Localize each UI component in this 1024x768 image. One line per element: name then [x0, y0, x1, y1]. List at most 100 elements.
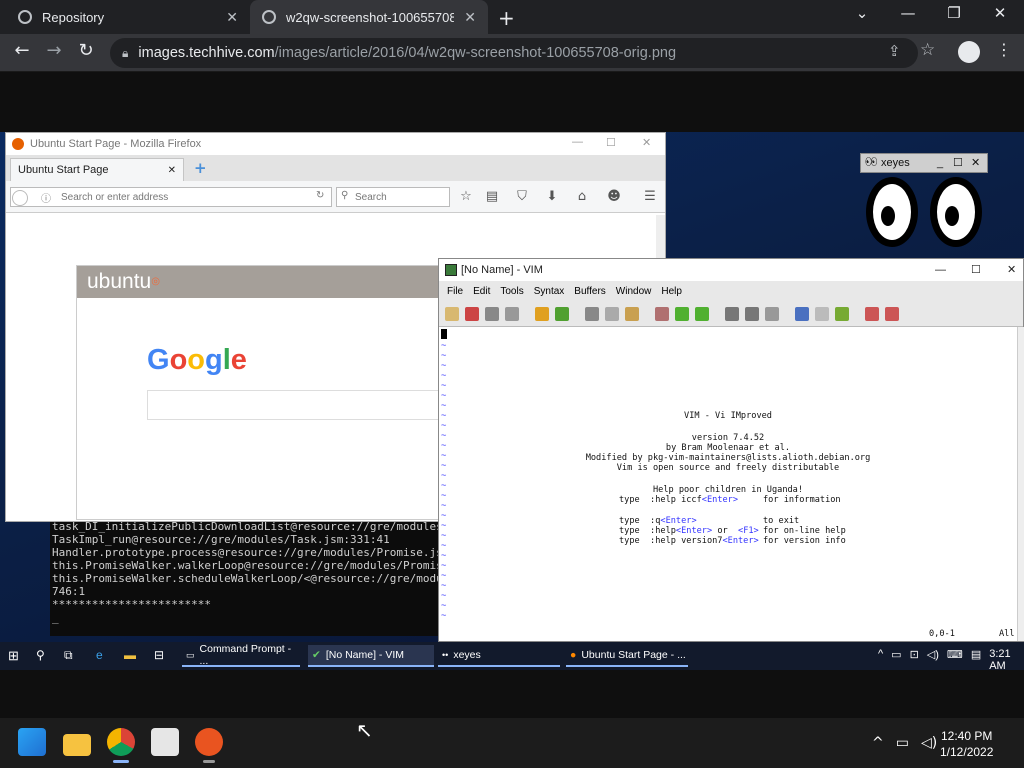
- download-icon[interactable]: ⬇: [544, 189, 560, 204]
- minimize-button[interactable]: —: [888, 4, 928, 22]
- save-all-icon[interactable]: [485, 306, 499, 321]
- vim-window[interactable]: [No Name] - VIM — ☐ ✕ File Edit Tools Sy…: [438, 258, 1024, 642]
- taskbar-item-command-prompt[interactable]: ▭ Command Prompt - ...: [182, 643, 300, 667]
- close-tab-icon[interactable]: ✕: [464, 9, 476, 26]
- menu-edit[interactable]: Edit: [473, 286, 490, 297]
- firefox-address-bar[interactable]: ⓘ Search or enter address ↻: [10, 187, 332, 207]
- tab-repository[interactable]: Repository ✕: [6, 0, 250, 34]
- back-button[interactable]: ←: [10, 40, 34, 61]
- menu-icon[interactable]: ☰: [642, 189, 658, 204]
- bookmark-star-icon[interactable]: ☆: [458, 189, 474, 204]
- share-icon[interactable]: ⇪: [888, 42, 901, 60]
- volume-icon[interactable]: ◁): [927, 648, 939, 672]
- ctags-icon[interactable]: [835, 306, 849, 321]
- windows11-clock[interactable]: 12:40 PM 1/12/2022: [940, 728, 993, 760]
- minimize-button[interactable]: —: [935, 259, 946, 281]
- tab-search-icon[interactable]: ⌄: [842, 4, 882, 22]
- maximize-button[interactable]: ☐: [606, 136, 616, 149]
- close-tab-icon[interactable]: ✕: [168, 165, 176, 176]
- store-icon[interactable]: [151, 728, 179, 756]
- network-icon[interactable]: ⊡: [910, 648, 919, 672]
- menu-help[interactable]: Help: [661, 286, 682, 297]
- chat-icon[interactable]: ☻: [606, 189, 622, 204]
- task-view-icon[interactable]: ⧉: [64, 648, 73, 663]
- volume-icon[interactable]: ◁): [921, 735, 937, 751]
- close-tab-icon[interactable]: ✕: [226, 9, 238, 26]
- notification-icon[interactable]: ▤: [971, 648, 981, 672]
- find-replace-icon[interactable]: [655, 306, 669, 321]
- load-session-icon[interactable]: [725, 306, 739, 321]
- keyboard-icon[interactable]: ⌨: [947, 648, 963, 672]
- file-explorer-icon[interactable]: [63, 734, 91, 756]
- back-button[interactable]: [12, 190, 28, 206]
- menu-tools[interactable]: Tools: [500, 286, 523, 297]
- search-icon: ⚲: [341, 190, 349, 201]
- paste-icon[interactable]: [625, 306, 639, 321]
- firefox-tab[interactable]: Ubuntu Start Page ✕: [10, 158, 184, 181]
- close-button[interactable]: ✕: [642, 136, 651, 149]
- taskbar-item-xeyes[interactable]: •• xeyes: [438, 645, 560, 667]
- save-icon[interactable]: [465, 306, 479, 321]
- search-icon[interactable]: ⚲: [36, 648, 45, 662]
- maximize-button[interactable]: ☐: [953, 154, 963, 172]
- tab-screenshot[interactable]: w2qw-screenshot-100655708-ori ✕: [250, 0, 488, 34]
- store-icon[interactable]: ⊟: [154, 648, 164, 662]
- start-icon[interactable]: ⊞: [8, 648, 19, 664]
- restore-button[interactable]: ❐: [934, 4, 974, 22]
- home-icon[interactable]: ⌂: [574, 189, 590, 204]
- run-script-icon[interactable]: [765, 306, 779, 321]
- vim-scrollbar[interactable]: [1017, 327, 1024, 641]
- reading-list-icon[interactable]: ▤: [484, 189, 500, 204]
- reload-icon[interactable]: ↻: [316, 190, 324, 201]
- profile-avatar[interactable]: [958, 41, 980, 63]
- xeyes-window[interactable]: 👀︎ xeyes _ ☐ ✕: [860, 153, 988, 248]
- google-search-input[interactable]: [147, 390, 477, 420]
- save-session-icon[interactable]: [745, 306, 759, 321]
- minimize-button[interactable]: —: [572, 136, 583, 148]
- close-window-button[interactable]: ✕: [980, 4, 1020, 22]
- taskbar-item-firefox[interactable]: ● Ubuntu Start Page - ...: [566, 645, 688, 667]
- display-icon[interactable]: ▭: [896, 735, 909, 751]
- undo-icon[interactable]: [535, 306, 549, 321]
- menu-window[interactable]: Window: [616, 286, 652, 297]
- edge-icon[interactable]: e: [96, 648, 103, 662]
- menu-file[interactable]: File: [447, 286, 463, 297]
- battery-icon[interactable]: ▭: [891, 648, 901, 672]
- maximize-button[interactable]: ☐: [971, 259, 981, 281]
- find-prev-icon[interactable]: [695, 306, 709, 321]
- tray-clock[interactable]: 3:21 AM: [989, 648, 1024, 672]
- taskbar-item-vim[interactable]: ✔ [No Name] - VIM: [308, 645, 434, 667]
- pocket-icon[interactable]: ⛉: [514, 189, 530, 204]
- copy-icon[interactable]: [605, 306, 619, 321]
- print-icon[interactable]: [505, 306, 519, 321]
- close-button[interactable]: ✕: [971, 154, 980, 172]
- address-bar[interactable]: 🔒︎ images.techhive.com/images/article/20…: [110, 38, 918, 68]
- make-icon[interactable]: [795, 306, 809, 321]
- open-icon[interactable]: [445, 306, 459, 321]
- minimize-button[interactable]: _: [937, 154, 943, 172]
- new-tab-icon[interactable]: +: [194, 159, 207, 177]
- firefox-search-box[interactable]: ⚲ Search: [336, 187, 450, 207]
- cut-icon[interactable]: [585, 306, 599, 321]
- help-icon[interactable]: [885, 306, 899, 321]
- file-explorer-icon[interactable]: ▬: [124, 648, 136, 662]
- tag-jump-icon[interactable]: [865, 306, 879, 321]
- menu-syntax[interactable]: Syntax: [534, 286, 565, 297]
- reload-button[interactable]: ↻: [74, 40, 98, 61]
- chrome-menu-icon[interactable]: ⋮: [996, 40, 1012, 59]
- ubuntu-icon[interactable]: [195, 728, 223, 756]
- shell-icon[interactable]: [815, 306, 829, 321]
- close-button[interactable]: ✕: [1007, 259, 1016, 281]
- chevron-up-icon[interactable]: ^: [878, 648, 883, 672]
- chevron-up-icon[interactable]: ^: [872, 735, 884, 751]
- new-tab-button[interactable]: +: [498, 6, 515, 30]
- bookmark-star-icon[interactable]: ☆: [920, 40, 935, 60]
- menu-buffers[interactable]: Buffers: [574, 286, 606, 297]
- redo-icon[interactable]: [555, 306, 569, 321]
- forward-button[interactable]: →: [42, 40, 66, 61]
- vim-buffer[interactable]: ~ ~ ~ ~ ~ ~ ~ ~ ~ ~ ~ ~ ~ ~ ~ ~ ~ ~ ~ ~ …: [439, 327, 1017, 641]
- chrome-icon[interactable]: [107, 728, 135, 756]
- find-next-icon[interactable]: [675, 306, 689, 321]
- windows-start-icon[interactable]: [18, 728, 46, 756]
- command-prompt-window[interactable]: task_DI_initializePublicDownloadList@res…: [50, 518, 440, 636]
